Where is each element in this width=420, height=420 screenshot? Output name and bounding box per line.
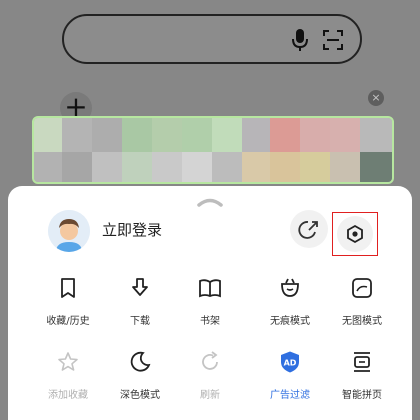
bookmark-icon [61, 278, 75, 298]
moon-icon [130, 351, 151, 372]
scan-icon[interactable] [322, 29, 344, 51]
menu-item-label: 无痕模式 [270, 316, 310, 327]
settings-button[interactable] [332, 212, 378, 256]
menu-item-label: 收藏/历史 [46, 316, 90, 327]
menu-item-incognito[interactable]: 无痕模式 [254, 276, 326, 340]
share-button[interactable] [290, 210, 328, 248]
search-bar[interactable] [62, 14, 362, 64]
menu-item-label: 无图模式 [342, 316, 382, 327]
menu-item-label: 刷新 [200, 390, 220, 401]
menu-item-refresh[interactable]: 刷新 [174, 350, 246, 414]
share-icon [298, 221, 318, 239]
menu-item-label: 广告过滤 [270, 390, 310, 401]
bookshelf-icon [199, 279, 221, 298]
menu-item-label: 书架 [200, 316, 220, 327]
close-icon[interactable]: × [368, 90, 384, 106]
menu-item-download[interactable]: 下载 [104, 276, 176, 340]
menu-item-dark-mode[interactable]: 深色模式 [104, 350, 176, 414]
microphone-icon[interactable] [290, 28, 310, 52]
menu-item-bookshelf[interactable]: 书架 [174, 276, 246, 340]
login-link[interactable]: 立即登录 [102, 219, 162, 240]
no-image-icon [352, 278, 372, 298]
ad-badge: AD [284, 359, 297, 368]
ad-filter-icon: AD [281, 351, 299, 373]
smart-page-icon [354, 352, 370, 372]
menu-item-ad-filter[interactable]: AD 广告过滤 [254, 350, 326, 414]
menu-item-add-bookmark[interactable]: 添加收藏 [32, 350, 104, 414]
refresh-icon [202, 351, 218, 370]
incognito-icon [281, 278, 299, 297]
menu-item-no-image[interactable]: 无图模式 [326, 276, 398, 340]
download-icon [132, 278, 148, 296]
menu-item-label: 深色模式 [120, 390, 160, 401]
menu-item-bookmarks-history[interactable]: 收藏/历史 [32, 276, 104, 340]
menu-item-label: 智能拼页 [342, 390, 382, 401]
star-icon [58, 352, 78, 371]
menu-item-label: 添加收藏 [48, 390, 88, 401]
menu-sheet: 立即登录 收藏/历史 下载 书架 无痕模式 无图模式 添加收藏 深色模式 刷新 … [8, 186, 412, 420]
avatar[interactable] [48, 210, 90, 252]
avatar-icon [48, 210, 90, 252]
menu-item-label: 下载 [130, 316, 150, 327]
settings-icon [347, 224, 363, 244]
mosaic-banner [32, 116, 394, 184]
collapse-handle-icon[interactable] [196, 194, 224, 208]
menu-item-smart-page[interactable]: 智能拼页 [326, 350, 398, 414]
